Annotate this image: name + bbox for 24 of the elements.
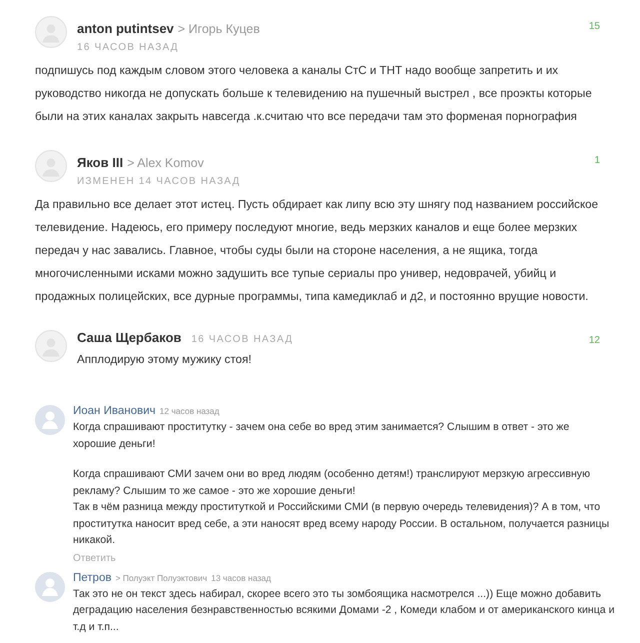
- author-name[interactable]: Петров: [73, 572, 112, 584]
- avatar-icon: [35, 405, 65, 435]
- author-name[interactable]: Яков III: [77, 155, 124, 170]
- comment-time: 16 ЧАСОВ НАЗАД: [77, 42, 179, 53]
- comment-score: 15: [588, 20, 600, 32]
- comment-text: подпишусь под каждым словом этого человека а каналы СтС и ТНТ надо вообще запретить и их руководство никогда не допускать больше к телевидению на пушечный выстрел , все проэкты которые были на этих каналах закрыть навсегда .к.считаю что все передачи там это форменая порнография: [35, 63, 593, 125]
- comment-text: Да правильно все делает этот истец. Пусть обдирает как липу всю эту шнягу под названием российское телевидение. Надеюсь, его примеру последуют многие, ведь мерзких каналов и еще более мерзких передач у нас завались. Главное, чтобы суды были на стороне населения, а не ящика, тогда многочисленными исками можно задушить все тупые сериалы про универ, недоврачей, убийц и продажных полицейских, все дурные программы, типа камедиклаб и д2, и постоянно врущие новости.: [35, 197, 600, 305]
- comment-time: 12 часов назад: [160, 406, 220, 416]
- comment-text: Когда спрашивают проститутку - зачем она себе во вред этим занимается? Слышим в ответ - это же хорошие деньги!: [73, 420, 570, 452]
- comment-score: 12: [588, 334, 600, 346]
- comment-time: 13 часов назад: [211, 572, 271, 582]
- comment-text: Так это не он текст здесь набирал, скорее всего это ты зомбоящика насмотрелся ...)) Еще можно добавить деградацию населения безнравственностью всякими Домами -2 , Комеди клабом и от американского кинца и т.д и т.п...: [73, 586, 615, 634]
- avatar-icon: [35, 150, 67, 182]
- comment-time: 16 ЧАСОВ НАЗАД: [191, 334, 294, 345]
- comment-time: ИЗМЕНЕН 14 ЧАСОВ НАЗАД: [77, 176, 240, 187]
- avatar-icon: [35, 572, 65, 602]
- author-name[interactable]: anton putintsev: [77, 21, 174, 36]
- avatar-icon: [35, 330, 67, 362]
- author-name[interactable]: Саша Щербаков: [77, 330, 182, 345]
- comment-text: Апплодирую этому мужику стоя!: [77, 352, 252, 368]
- author-name[interactable]: Иоан Иванович: [73, 405, 156, 417]
- comment-text: Когда спрашивают СМИ зачем они во вред людям (особенно детям!) транслируют мерзкую агрессивную рекламу? Слышим то же самое - это же хорошие деньги! Так в чём разница между проституткой и Российскими СМИ (в первую очередь телевидения)? А в том, что проститутка наносит вред себе, а эти наносят вред всему народу России. В остальном, получается разницы никакой.: [73, 467, 610, 548]
- comment-score: 1: [594, 154, 600, 166]
- avatar-icon: [35, 16, 67, 48]
